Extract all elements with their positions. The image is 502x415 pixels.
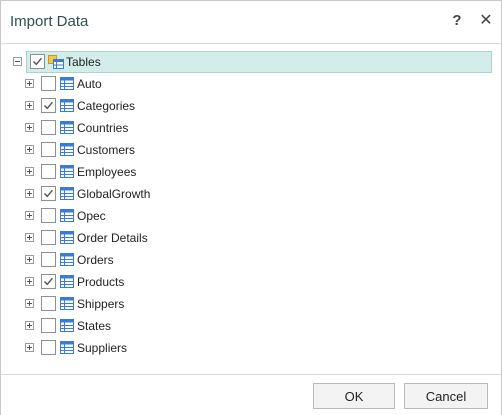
table-icon bbox=[60, 143, 74, 159]
check-icon bbox=[44, 101, 54, 110]
table-icon bbox=[60, 209, 74, 225]
tree-item-row[interactable]: Auto bbox=[1, 73, 501, 95]
tables-tree: Tables Auto Categories Countries Customers E… bbox=[1, 44, 501, 374]
tree-item-row[interactable]: Categories bbox=[1, 95, 501, 117]
table-icon bbox=[60, 77, 74, 93]
table-checkbox[interactable] bbox=[41, 230, 56, 245]
table-name-label: Products bbox=[77, 275, 125, 289]
expand-toggle[interactable] bbox=[25, 189, 34, 198]
table-name-label: Auto bbox=[77, 77, 102, 91]
collapse-toggle[interactable] bbox=[13, 57, 22, 66]
tree-item-row[interactable]: Customers bbox=[1, 139, 501, 161]
tree-item-row[interactable]: Opec bbox=[1, 205, 501, 227]
table-checkbox[interactable] bbox=[41, 142, 56, 157]
table-name-label: Order Details bbox=[77, 231, 148, 245]
table-name-label: Shippers bbox=[77, 297, 125, 311]
table-name-label: Employees bbox=[77, 165, 137, 179]
table-checkbox[interactable] bbox=[41, 76, 56, 91]
close-button[interactable]: ✕ bbox=[476, 11, 496, 31]
dialog-footer: OK Cancel bbox=[1, 374, 501, 415]
table-icon bbox=[60, 341, 74, 357]
expand-toggle[interactable] bbox=[25, 299, 34, 308]
root-checkbox[interactable] bbox=[30, 54, 45, 69]
expand-toggle[interactable] bbox=[25, 79, 34, 88]
table-checkbox[interactable] bbox=[41, 252, 56, 267]
expand-toggle[interactable] bbox=[25, 123, 34, 132]
tree-item-row[interactable]: Orders bbox=[1, 249, 501, 271]
expand-toggle[interactable] bbox=[25, 211, 34, 220]
table-icon bbox=[60, 121, 74, 137]
expand-toggle[interactable] bbox=[25, 277, 34, 286]
dialog-title: Import Data bbox=[10, 13, 89, 30]
table-name-label: States bbox=[77, 319, 112, 333]
check-icon bbox=[44, 277, 54, 286]
tree-root-row[interactable]: Tables bbox=[1, 51, 501, 73]
expand-toggle[interactable] bbox=[25, 343, 34, 352]
table-checkbox[interactable] bbox=[41, 208, 56, 223]
table-icon bbox=[60, 231, 74, 247]
table-icon bbox=[60, 187, 74, 203]
tables-folder-icon bbox=[48, 54, 64, 72]
help-button[interactable]: ? bbox=[447, 11, 467, 31]
dialog-titlebar: Import Data ? ✕ bbox=[1, 1, 501, 44]
table-name-label: Suppliers bbox=[77, 341, 128, 355]
check-icon bbox=[44, 189, 54, 198]
tree-item-row[interactable]: GlobalGrowth bbox=[1, 183, 501, 205]
cancel-button[interactable]: Cancel bbox=[404, 383, 488, 409]
expand-toggle[interactable] bbox=[25, 255, 34, 264]
tree-item-row[interactable]: Countries bbox=[1, 117, 501, 139]
table-checkbox[interactable] bbox=[41, 186, 56, 201]
table-icon bbox=[60, 253, 74, 269]
table-checkbox[interactable] bbox=[41, 274, 56, 289]
table-checkbox[interactable] bbox=[41, 340, 56, 355]
tree-item-row[interactable]: Suppliers bbox=[1, 337, 501, 359]
table-checkbox[interactable] bbox=[41, 120, 56, 135]
table-checkbox[interactable] bbox=[41, 296, 56, 311]
expand-toggle[interactable] bbox=[25, 167, 34, 176]
expand-toggle[interactable] bbox=[25, 233, 34, 242]
expand-toggle[interactable] bbox=[25, 101, 34, 110]
table-icon bbox=[60, 99, 74, 115]
table-icon bbox=[60, 319, 74, 335]
table-icon bbox=[60, 165, 74, 181]
ok-button[interactable]: OK bbox=[313, 383, 395, 409]
table-name-label: Categories bbox=[77, 99, 136, 113]
table-name-label: Orders bbox=[77, 253, 114, 267]
import-data-dialog: Import Data ? ✕ Tables Auto Categories Cou… bbox=[0, 0, 502, 415]
expand-toggle[interactable] bbox=[25, 321, 34, 330]
table-icon bbox=[60, 297, 74, 313]
table-name-label: GlobalGrowth bbox=[77, 187, 151, 201]
table-checkbox[interactable] bbox=[41, 98, 56, 113]
table-icon bbox=[60, 275, 74, 291]
table-name-label: Opec bbox=[77, 209, 106, 223]
tree-item-row[interactable]: States bbox=[1, 315, 501, 337]
expand-toggle[interactable] bbox=[25, 145, 34, 154]
table-checkbox[interactable] bbox=[41, 318, 56, 333]
tree-root-label: Tables bbox=[66, 55, 101, 69]
table-name-label: Countries bbox=[77, 121, 129, 135]
tree-item-row[interactable]: Products bbox=[1, 271, 501, 293]
tree-item-row[interactable]: Order Details bbox=[1, 227, 501, 249]
table-checkbox[interactable] bbox=[41, 164, 56, 179]
tree-item-row[interactable]: Shippers bbox=[1, 293, 501, 315]
tree-item-row[interactable]: Employees bbox=[1, 161, 501, 183]
check-icon bbox=[33, 57, 43, 66]
table-name-label: Customers bbox=[77, 143, 136, 157]
